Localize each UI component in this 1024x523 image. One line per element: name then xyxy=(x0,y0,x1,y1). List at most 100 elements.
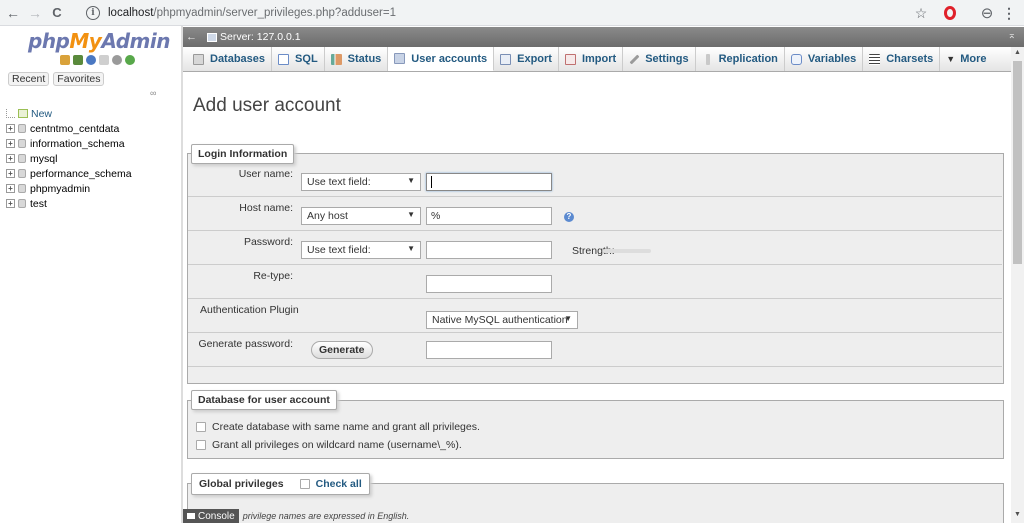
profile-icon[interactable]: ⊖ xyxy=(978,3,996,23)
tab-export[interactable]: Export xyxy=(494,47,559,71)
users-icon xyxy=(394,53,406,64)
username-input[interactable] xyxy=(426,173,552,191)
tree-item[interactable]: + performance_schema xyxy=(6,166,132,181)
info-icon[interactable]: i xyxy=(86,6,100,20)
hostname-mode-select[interactable]: Any host ▼ xyxy=(301,207,421,225)
expand-icon[interactable]: + xyxy=(6,124,15,133)
scroll-up-icon[interactable]: ▲ xyxy=(1014,49,1021,56)
tree-item[interactable]: + phpmyadmin xyxy=(6,181,132,196)
select-value: Use text field: xyxy=(307,244,371,256)
tab-variables[interactable]: Variables xyxy=(785,47,864,71)
scroll-thumb[interactable] xyxy=(1013,61,1022,264)
export-icon xyxy=(500,53,512,65)
hostname-input[interactable]: % xyxy=(426,207,552,225)
server-link[interactable]: Server: 127.0.0.1 xyxy=(220,31,301,43)
auth-plugin-select[interactable]: Native MySQL authentication ▼ xyxy=(426,311,578,329)
expand-icon[interactable]: + xyxy=(6,199,15,208)
tab-databases[interactable]: Databases xyxy=(183,47,273,71)
generate-password-row: Generate password: Generate xyxy=(188,333,1002,367)
check-all-checkbox[interactable] xyxy=(299,479,310,489)
tab-more[interactable]: ▼ More xyxy=(940,47,992,71)
tab-user-accounts[interactable]: User accounts xyxy=(388,47,495,71)
retype-input[interactable] xyxy=(426,275,552,293)
tree-item-new[interactable]: New xyxy=(6,106,132,121)
settings-icon[interactable] xyxy=(112,55,122,65)
console-bar: Console privilege names are expressed in… xyxy=(183,509,1011,523)
generated-password-input[interactable] xyxy=(426,341,552,359)
username-mode-select[interactable]: Use text field: ▼ xyxy=(301,173,421,191)
password-strength-meter xyxy=(603,249,651,253)
address-bar[interactable]: i localhost/phpmyadmin/server_privileges… xyxy=(86,3,966,23)
retype-label: Re-type: xyxy=(253,270,293,282)
tree-item[interactable]: + information_schema xyxy=(6,136,132,151)
password-input[interactable] xyxy=(426,241,552,259)
tab-replication[interactable]: Replication xyxy=(696,47,785,71)
help-icon[interactable]: ? xyxy=(564,212,574,222)
back-arrow-icon[interactable]: ← xyxy=(4,3,22,23)
console-button[interactable]: Console xyxy=(183,509,239,523)
username-label: User name: xyxy=(238,168,293,180)
link-icon[interactable]: ∞ xyxy=(150,88,156,98)
select-value: Native MySQL authentication xyxy=(432,314,568,326)
tab-settings[interactable]: Settings xyxy=(623,47,696,71)
browser-menu-icon[interactable]: ⋮ xyxy=(1000,3,1018,23)
create-database-option[interactable]: Create database with same name and grant… xyxy=(196,421,480,433)
scroll-down-icon[interactable]: ▼ xyxy=(1014,511,1021,518)
collapse-left-icon[interactable]: ← xyxy=(186,31,198,43)
tab-label: More xyxy=(960,53,987,65)
docs-icon[interactable] xyxy=(99,55,109,65)
tab-label: Replication xyxy=(718,53,778,65)
forward-arrow-icon[interactable]: → xyxy=(26,3,44,23)
grant-wildcard-option[interactable]: Grant all privileges on wildcard name (u… xyxy=(196,439,462,451)
server-breadcrumb: ← Server: 127.0.0.1 ⌅ xyxy=(183,27,1024,47)
expand-icon[interactable]: + xyxy=(6,139,15,148)
tab-sql[interactable]: SQL xyxy=(272,47,325,71)
tab-charsets[interactable]: Charsets xyxy=(863,47,941,71)
password-mode-select[interactable]: Use text field: ▼ xyxy=(301,241,421,259)
main-scrollbar[interactable]: ▲ ▼ xyxy=(1011,47,1024,523)
tree-label: New xyxy=(31,107,53,120)
wrench-icon xyxy=(629,54,640,64)
checkbox[interactable] xyxy=(196,440,206,450)
tree-label: test xyxy=(30,197,47,210)
logo-admin: Admin xyxy=(101,29,170,53)
navigation-panel: phpMyAdmin Recent Favorites ∞ New + cent… xyxy=(0,26,183,523)
collapse-top-icon[interactable]: ⌅ xyxy=(1008,30,1016,41)
replication-icon xyxy=(705,53,710,65)
database-icon xyxy=(18,139,26,148)
tree-label: centntmo_centdata xyxy=(30,122,120,135)
reload-nav-icon[interactable] xyxy=(125,55,135,65)
tab-label: Charsets xyxy=(886,53,934,65)
database-icon xyxy=(18,184,26,193)
opera-icon[interactable] xyxy=(941,3,959,23)
bookmark-star-icon[interactable]: ☆ xyxy=(912,3,930,23)
generate-password-label: Generate password: xyxy=(198,338,293,350)
sql-icon xyxy=(278,53,290,65)
tree-item[interactable]: + mysql xyxy=(6,151,132,166)
check-all-label[interactable]: Check all xyxy=(316,478,362,490)
phpmyadmin-logo[interactable]: phpMyAdmin xyxy=(28,29,170,53)
home-icon[interactable] xyxy=(60,55,70,65)
expand-icon[interactable]: + xyxy=(6,184,15,193)
tab-status[interactable]: Status xyxy=(325,47,389,71)
tab-import[interactable]: Import xyxy=(559,47,624,71)
tree-item[interactable]: + centntmo_centdata xyxy=(6,121,132,136)
tree-item[interactable]: + test xyxy=(6,196,132,211)
help-icon[interactable] xyxy=(86,55,96,65)
console-label: Console xyxy=(198,510,235,522)
page-title: Add user account xyxy=(193,95,341,116)
checkbox[interactable] xyxy=(196,422,206,432)
tab-label: SQL xyxy=(295,53,318,65)
expand-icon[interactable]: + xyxy=(6,169,15,178)
favorites-tab[interactable]: Favorites xyxy=(53,72,105,86)
reload-icon[interactable]: C xyxy=(48,3,66,23)
privilege-note: privilege names are expressed in English… xyxy=(242,511,410,521)
generate-button[interactable]: Generate xyxy=(311,341,373,359)
expand-icon[interactable]: + xyxy=(6,154,15,163)
logout-icon[interactable] xyxy=(73,55,83,65)
main-content: Add user account User name: Use text fie… xyxy=(183,73,1011,523)
global-privileges-title: Global privileges xyxy=(199,478,284,490)
recent-tab[interactable]: Recent xyxy=(8,72,50,86)
database-icon xyxy=(193,53,204,65)
tab-label: Settings xyxy=(645,53,689,65)
